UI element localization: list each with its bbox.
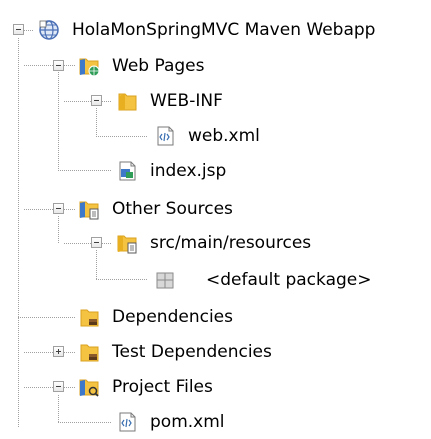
tree-node-label: index.jsp <box>150 161 227 181</box>
other-sources-folder-icon <box>79 201 99 220</box>
tree-node-label: WEB-INF <box>150 91 223 111</box>
resources-folder-icon <box>117 235 137 254</box>
folder-icon <box>118 93 137 111</box>
collapse-toggle[interactable] <box>91 95 102 106</box>
tree-node-index-jsp[interactable]: index.jsp <box>0 155 431 187</box>
collapse-toggle[interactable] <box>53 203 64 214</box>
tree-node-src-main-resources[interactable]: src/main/resources <box>0 227 431 259</box>
project-files-folder-icon <box>79 379 99 397</box>
expand-toggle[interactable] <box>53 346 64 357</box>
tree-node-label: <default package> <box>206 270 372 290</box>
package-icon <box>156 272 174 289</box>
tree-node-web-pages[interactable]: Web Pages <box>0 50 431 82</box>
tree-node-label: Other Sources <box>112 199 233 219</box>
xml-file-icon <box>119 412 136 432</box>
tree-node-label: Project Files <box>112 377 213 397</box>
project-tree: HolaMonSpringMVC Maven Webapp Web Pages … <box>0 0 431 439</box>
tree-node-web-xml[interactable]: web.xml <box>0 120 431 152</box>
collapse-toggle[interactable] <box>53 60 64 71</box>
tree-node-pom-xml[interactable]: pom.xml <box>0 406 431 438</box>
xml-file-icon <box>157 126 174 146</box>
jsp-file-icon <box>119 161 136 181</box>
collapse-toggle[interactable] <box>13 24 24 35</box>
maven-project-globe-icon <box>39 20 59 40</box>
tree-node-other-sources[interactable]: Other Sources <box>0 193 431 225</box>
tree-node-project[interactable]: HolaMonSpringMVC Maven Webapp <box>0 14 431 46</box>
collapse-toggle[interactable] <box>53 381 64 392</box>
tree-node-label: src/main/resources <box>150 233 312 253</box>
library-folder-icon <box>80 309 99 327</box>
tree-node-label: pom.xml <box>150 412 225 432</box>
library-folder-icon <box>80 344 99 362</box>
tree-node-test-dependencies[interactable]: Test Dependencies <box>0 336 431 368</box>
collapse-toggle[interactable] <box>91 237 102 248</box>
tree-node-project-files[interactable]: Project Files <box>0 371 431 403</box>
tree-node-label: HolaMonSpringMVC Maven Webapp <box>72 20 376 40</box>
web-pages-folder-icon <box>79 58 100 77</box>
tree-node-label: web.xml <box>188 126 260 146</box>
tree-node-label: Test Dependencies <box>112 342 272 362</box>
tree-node-default-package[interactable]: <default package> <box>0 264 431 296</box>
tree-node-dependencies[interactable]: Dependencies <box>0 301 431 333</box>
tree-node-web-inf[interactable]: WEB-INF <box>0 85 431 117</box>
tree-node-label: Dependencies <box>112 307 233 327</box>
tree-node-label: Web Pages <box>112 56 205 76</box>
